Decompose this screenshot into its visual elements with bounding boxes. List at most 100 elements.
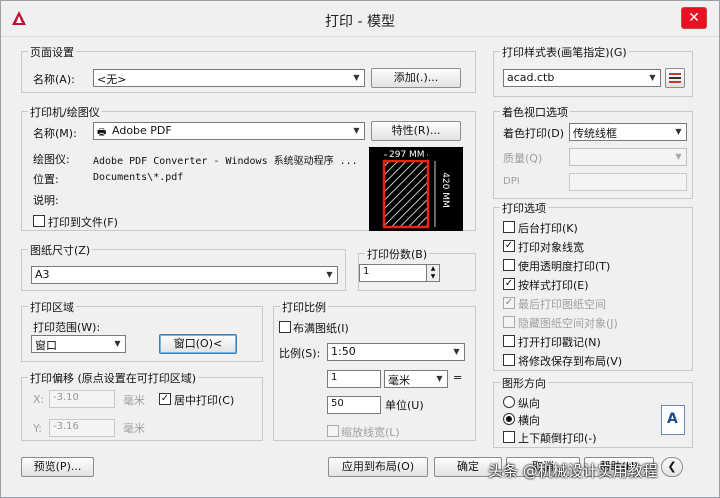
spin-down-icon: ▼ (430, 273, 436, 280)
plot-option-label: 打开打印戳记(N) (518, 336, 601, 349)
plot-option-checkbox[interactable] (503, 259, 515, 271)
scale-select[interactable]: 1:50 ▼ (327, 343, 465, 361)
plot-range-value: 窗口 (35, 339, 57, 352)
offset-x-unit: 毫米 (123, 394, 145, 407)
copies-input[interactable]: 1 (359, 264, 427, 282)
chevron-down-icon: ▼ (436, 374, 443, 383)
dpi-input[interactable] (569, 173, 687, 191)
where-value: Documents\*.pdf (93, 172, 184, 183)
plot-area-label: 打印区域 (28, 299, 76, 315)
plot-style-select[interactable]: acad.ctb ▼ (503, 69, 661, 87)
paper-size-select[interactable]: A3 ▼ (31, 266, 338, 284)
plot-option-label: 使用透明度打印(T) (518, 260, 611, 273)
quality-select[interactable]: ▼ (569, 148, 687, 166)
offset-x-input[interactable]: -3.10 (49, 390, 115, 408)
center-plot-label: 居中打印(C) (174, 394, 235, 407)
preview-height-label: 420 MM (439, 172, 450, 208)
scale-lineweights-checkbox[interactable] (327, 425, 339, 437)
spin-up-icon: ▲ (430, 265, 436, 272)
scale-unit-select[interactable]: 毫米 ▼ (384, 370, 448, 388)
where-label: 位置: (33, 173, 59, 186)
plot-option-label: 最后打印图纸空间 (518, 298, 606, 311)
window-button[interactable]: 窗口(O)< (159, 334, 237, 354)
scale-unit-value: 毫米 (388, 374, 410, 387)
upside-down-label: 上下颠倒打印(-) (518, 432, 597, 445)
fit-to-paper-checkbox[interactable] (279, 321, 291, 333)
offset-y-label: Y: (33, 422, 42, 435)
apply-to-layout-button[interactable]: 应用到布局(O) (328, 457, 428, 477)
plot-range-select[interactable]: 窗口 ▼ (31, 335, 126, 353)
chevron-down-icon: ▼ (453, 347, 460, 356)
plot-option-checkbox[interactable]: ✓ (503, 240, 515, 252)
equals-sign: = (453, 371, 463, 384)
page-setup-name-value: <无> (97, 73, 127, 86)
print-to-file-label: 打印到文件(F) (48, 216, 118, 229)
portrait-radio[interactable] (503, 396, 515, 408)
add-page-setup-button[interactable]: 添加(.)... (371, 68, 461, 88)
edit-table-icon (669, 73, 681, 83)
plot-offset-label: 打印偏移 (原点设置在可打印区域) (28, 370, 199, 386)
plot-option-label: 将修改保存到布局(V) (518, 355, 623, 368)
plot-option-label: 后台打印(K) (518, 222, 578, 235)
offset-y-input[interactable]: -3.16 (49, 419, 115, 437)
title-bar: 打印 - 模型 ✕ (1, 1, 719, 37)
printer-icon: 🖶 (97, 127, 107, 138)
shaded-viewport-label: 着色视口选项 (500, 104, 570, 120)
printer-name-value: Adobe PDF (112, 124, 172, 137)
letter-a-icon: A (667, 411, 678, 427)
scale-value2-input[interactable]: 50 (327, 396, 381, 414)
plot-option-checkbox[interactable]: ✓ (503, 278, 515, 290)
chevron-down-icon: ▼ (649, 73, 656, 82)
scale-unit-label: 单位(U) (385, 399, 424, 412)
fit-to-paper-label: 布满图纸(I) (293, 322, 349, 335)
scale-value1-input[interactable]: 1 (327, 370, 381, 388)
dpi-label: DPI (503, 176, 520, 187)
offset-y-unit: 毫米 (123, 422, 145, 435)
center-plot-checkbox[interactable]: ✓ (159, 393, 171, 405)
upside-down-checkbox[interactable] (503, 431, 515, 443)
paper-size-value: A3 (35, 268, 50, 281)
chevron-down-icon: ▼ (353, 73, 360, 82)
orientation-preview-icon: A (661, 405, 685, 435)
plot-option-label: 打印对象线宽 (518, 241, 584, 254)
collapse-options-button[interactable]: ❮ (661, 457, 683, 477)
paper-preview: 297 MM 420 MM (369, 147, 463, 231)
copies-spinner[interactable]: ▲ ▼ (426, 264, 440, 282)
chevron-down-icon: ▼ (675, 127, 682, 136)
plot-option-checkbox[interactable] (503, 316, 515, 328)
scale-value: 1:50 (331, 345, 356, 358)
copies-label: 打印份数(B) (365, 246, 430, 262)
printer-group-label: 打印机/绘图仪 (28, 104, 102, 120)
plot-style-label: 打印样式表(画笔指定)(G) (500, 44, 629, 60)
page-setup-name-select[interactable]: <无> ▼ (93, 69, 365, 87)
plot-option-label: 按样式打印(E) (518, 279, 589, 292)
portrait-label: 纵向 (518, 397, 540, 410)
plotter-value: Adobe PDF Converter - Windows 系统驱动程序 ... (93, 156, 358, 167)
printer-name-select[interactable]: 🖶 Adobe PDF ▼ (93, 122, 365, 140)
plot-option-checkbox[interactable] (503, 354, 515, 366)
dialog-title: 打印 - 模型 (325, 14, 395, 30)
landscape-radio[interactable] (503, 413, 515, 425)
plot-option-checkbox[interactable] (503, 335, 515, 347)
chevron-down-icon: ▼ (114, 339, 121, 348)
print-to-file-checkbox[interactable] (33, 215, 45, 227)
preview-button[interactable]: 预览(P)... (21, 457, 94, 477)
offset-x-label: X: (33, 393, 45, 406)
plot-option-checkbox[interactable]: ✓ (503, 297, 515, 309)
chevron-down-icon: ▼ (353, 126, 360, 135)
plot-option-label: 隐藏图纸空间对象(J) (518, 317, 618, 330)
page-setup-label: 页面设置 (28, 44, 76, 60)
shade-plot-value: 传统线框 (573, 127, 617, 140)
edit-plot-style-button[interactable] (665, 68, 685, 88)
description-label: 说明: (33, 194, 59, 207)
printer-properties-button[interactable]: 特性(R)... (371, 121, 461, 141)
chevron-down-icon: ▼ (326, 270, 333, 279)
chevron-down-icon: ▼ (675, 152, 682, 161)
shade-plot-select[interactable]: 传统线框 ▼ (569, 123, 687, 141)
preview-width-label: 297 MM (387, 150, 427, 160)
close-button[interactable]: ✕ (681, 7, 707, 29)
scale-label: 比例(S): (279, 347, 321, 360)
printer-name-label: 名称(M): (33, 127, 77, 140)
plot-option-checkbox[interactable] (503, 221, 515, 233)
page-setup-name-label: 名称(A): (33, 73, 75, 86)
